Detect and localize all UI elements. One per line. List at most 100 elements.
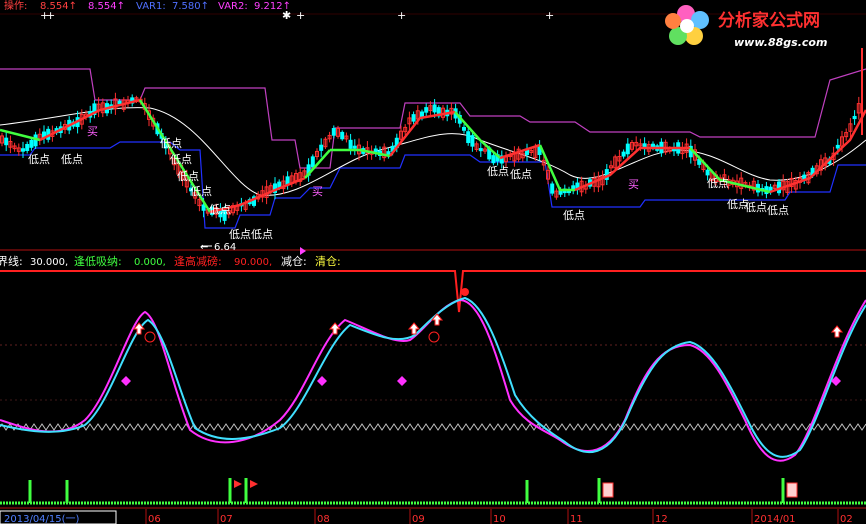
signal-bar (781, 478, 785, 503)
signal-bar (597, 478, 601, 503)
candle-body (462, 126, 466, 131)
min-arrow-icon: ← (200, 242, 208, 253)
diamond-icon (121, 376, 131, 386)
buy-label: 买 (87, 125, 98, 138)
month-label: 2014/01 (754, 514, 796, 524)
buy-low-label: 逢低吸纳: (74, 255, 122, 268)
watermark-url: www.88gs.com (734, 36, 827, 49)
up-arrow-icon (430, 313, 444, 326)
candle-body (411, 114, 416, 122)
month-label: 12 (655, 514, 668, 524)
time-axis: 2013/04/15(一) 06 07 08 09 10 11 12 2014/01 02 (0, 509, 853, 524)
low-point-label: 低点 (745, 201, 767, 214)
month-label: 08 (317, 514, 330, 524)
low-point-label: 低点 (767, 204, 789, 217)
month-label: 10 (493, 514, 506, 524)
clear-signal-line (0, 270, 866, 313)
threshold-zigzag (0, 423, 866, 431)
low-point-label: 低点 (170, 153, 192, 166)
candle-body (525, 149, 529, 156)
stack-icon (786, 482, 798, 498)
cross-icon: + (397, 9, 406, 22)
month-label: 06 (148, 514, 161, 524)
low-point-label: 低点 (251, 228, 273, 241)
pointer-icon (300, 247, 306, 255)
candle-body (550, 183, 555, 194)
signal-bar (228, 478, 232, 503)
up-arrow-icon (328, 322, 342, 335)
min-price-label: 6.64 (214, 242, 236, 253)
low-point-label: 低点 (160, 137, 182, 150)
oscillator-cyan (0, 296, 866, 458)
buy-label: 买 (628, 178, 639, 191)
up-arrow-icon (830, 325, 844, 338)
oscillator-markers (121, 313, 844, 386)
min-price-marker: ← 6.64 (200, 242, 236, 253)
month-label: 02 (840, 514, 853, 524)
low-point-label: 低点 (28, 153, 50, 166)
diamond-icon (397, 376, 407, 386)
low-point-label: 低点 (61, 153, 83, 166)
watermark-logo: 分析家公式网 www.88gs.com (664, 0, 866, 52)
low-point-label: 低点 (510, 168, 532, 181)
low-point-label: 低点 (177, 170, 199, 183)
candle-body (277, 181, 282, 188)
candle-body (432, 104, 437, 113)
watermark-title: 分析家公式网 (718, 10, 820, 31)
month-label: 09 (412, 514, 425, 524)
candle-body (25, 144, 30, 152)
var1-value: 7.580↑ (172, 1, 209, 12)
low-point-label: 低点 (209, 203, 231, 216)
low-point-label: 低点 (707, 177, 729, 190)
candle-body (625, 143, 630, 155)
line-label: 界线: (0, 254, 23, 268)
sell-high-value: 90.000, (234, 257, 272, 268)
low-point-label: 低点 (487, 165, 509, 178)
logo-flower-icon: 分析家公式网 www.88gs.com (665, 5, 827, 49)
candle-body (340, 131, 345, 140)
candle-body (29, 139, 34, 148)
line-value: 30.000, (30, 257, 68, 268)
candle-body (705, 169, 710, 176)
candle-body (310, 156, 315, 168)
low-point-label: 低点 (563, 209, 585, 222)
candle-body (852, 115, 857, 120)
signal-bars (28, 478, 798, 503)
candle-body (466, 131, 471, 144)
sell-high-label: 逢高减磅: (174, 254, 222, 268)
flag-icon (234, 480, 242, 488)
price-band-upper (0, 68, 866, 169)
cross-icon: ✱ (282, 9, 291, 22)
low-point-label: 低点 (229, 228, 251, 241)
buy-label: 买 (312, 185, 323, 198)
candle-body (835, 144, 840, 149)
candle-body (621, 151, 626, 157)
band-upper-line (0, 68, 866, 169)
candle-body (352, 145, 357, 149)
candle-body (285, 176, 290, 185)
moving-average-white (0, 107, 866, 196)
candle-body (348, 139, 353, 149)
diamond-icon (317, 376, 327, 386)
var2-label: VAR2: (218, 1, 248, 12)
sell-dot-icon (461, 288, 469, 296)
low-point-label: 低点 (190, 185, 212, 198)
ma-segment (454, 111, 501, 159)
signal-bar (28, 480, 32, 503)
flag-icon (250, 480, 258, 488)
indicator-value-2: 8.554↑ (88, 1, 125, 12)
candle-body (478, 148, 483, 152)
bottom-indicator-bar: 界线: 30.000, 逢低吸纳: 0.000, 逢高减磅: 90.000, 减… (0, 254, 341, 268)
oscillator-lines (0, 296, 866, 462)
stack-icon (602, 482, 614, 498)
month-label: 11 (570, 514, 583, 524)
candle-body (470, 135, 475, 147)
indicator-name: 操作: (4, 0, 27, 12)
chart-canvas[interactable]: 操作: 8.554↑ 8.554↑ VAR1: 7.580↑ VAR2: 9.2… (0, 0, 866, 524)
moving-average-colored (0, 98, 866, 214)
clear-label: 清仓: (315, 254, 341, 268)
cross-icon: + (296, 9, 305, 22)
circle-marker-icon (144, 331, 156, 343)
var1-label: VAR1: (136, 1, 166, 12)
candle-body (117, 100, 122, 105)
